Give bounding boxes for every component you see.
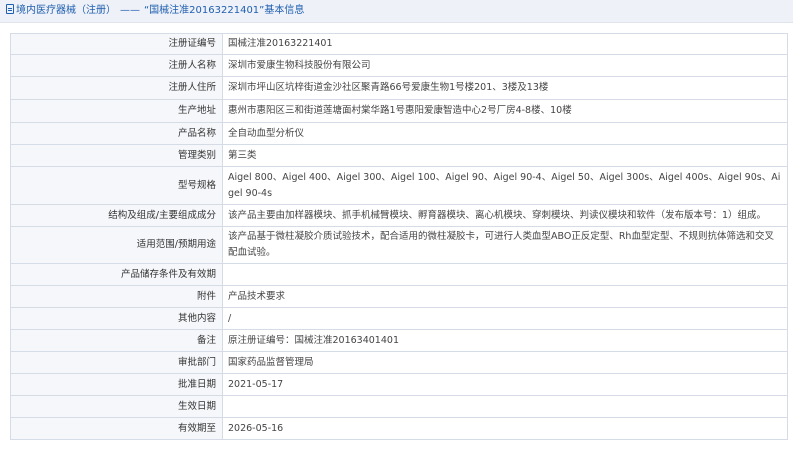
- field-value: 深圳市坪山区坑梓街道金沙社区聚青路66号爱康生物1号楼201、3楼及13楼: [222, 76, 788, 100]
- table-row: 附件 产品技术要求: [10, 285, 788, 308]
- field-label: 生产地址: [10, 99, 223, 123]
- field-label: 注册人住所: [10, 76, 223, 100]
- header-section-link[interactable]: 境内医疗器械（注册）: [16, 5, 116, 16]
- table-row: 管理类别 第三类: [10, 144, 788, 167]
- field-label: 审批部门: [10, 351, 223, 374]
- field-value: /: [222, 307, 788, 330]
- field-label: 适用范围/预期用途: [10, 226, 223, 264]
- field-label: 注册人名称: [10, 54, 223, 77]
- field-label: 附件: [10, 285, 223, 308]
- field-label: 生效日期: [10, 395, 223, 418]
- document-icon: [6, 4, 14, 14]
- field-label: 管理类别: [10, 144, 223, 167]
- table-row: 有效期至 2026-05-16: [10, 417, 788, 440]
- field-label: 批准日期: [10, 373, 223, 396]
- field-value: Aigel 800、Aigel 400、Aigel 300、Aigel 100、…: [222, 166, 788, 205]
- field-label: 备注: [10, 329, 223, 352]
- table-row: 生效日期: [10, 395, 788, 418]
- field-value: 第三类: [222, 144, 788, 167]
- table-row: 其他内容 /: [10, 307, 788, 330]
- table-row: 注册证编号 国械注准20163221401: [10, 33, 788, 55]
- field-label: 产品名称: [10, 122, 223, 145]
- field-value: 全自动血型分析仪: [222, 122, 788, 145]
- table-row: 产品名称 全自动血型分析仪: [10, 122, 788, 145]
- table-row: 型号规格 Aigel 800、Aigel 400、Aigel 300、Aigel…: [10, 166, 788, 205]
- table-row: 注册人名称 深圳市爱康生物科技股份有限公司: [10, 54, 788, 77]
- field-value: 惠州市惠阳区三和街道莲塘面村棠华路1号惠阳爱康智造中心2号厂房4-8楼、10楼: [222, 99, 788, 123]
- field-value: 2026-05-16: [222, 417, 788, 440]
- field-value: 2021-05-17: [222, 373, 788, 396]
- table-row: 注册人住所 深圳市坪山区坑梓街道金沙社区聚青路66号爱康生物1号楼201、3楼及…: [10, 76, 788, 100]
- field-value: 国家药品监督管理局: [222, 351, 788, 374]
- table-row: 批准日期 2021-05-17: [10, 373, 788, 396]
- field-value: [222, 263, 788, 286]
- table-row: 产品储存条件及有效期: [10, 263, 788, 286]
- field-value: 该产品主要由加样器模块、抓手机械臂模块、孵育器模块、离心机模块、穿刺模块、判读仪…: [222, 204, 788, 227]
- table-row: 备注 原注册证编号：国械注准20163401401: [10, 329, 788, 352]
- page-header: 境内医疗器械（注册） —— “国械注准20163221401”基本信息: [0, 0, 793, 23]
- table-row: 适用范围/预期用途 该产品基于微柱凝胶介质试验技术，配合适用的微柱凝胶卡，可进行…: [10, 226, 788, 264]
- field-value: 国械注准20163221401: [222, 33, 788, 55]
- table-row: 审批部门 国家药品监督管理局: [10, 351, 788, 374]
- field-label: 其他内容: [10, 307, 223, 330]
- field-label: 产品储存条件及有效期: [10, 263, 223, 286]
- field-label: 有效期至: [10, 417, 223, 440]
- field-value: [222, 395, 788, 418]
- field-value: 深圳市爱康生物科技股份有限公司: [222, 54, 788, 77]
- field-value: 产品技术要求: [222, 285, 788, 308]
- field-label: 结构及组成/主要组成成分: [10, 204, 223, 227]
- field-label: 注册证编号: [10, 33, 223, 55]
- detail-table: 注册证编号 国械注准20163221401 注册人名称 深圳市爱康生物科技股份有…: [10, 33, 788, 440]
- header-title: “国械注准20163221401”基本信息: [144, 5, 305, 16]
- header-separator: ——: [120, 5, 140, 16]
- field-value: 该产品基于微柱凝胶介质试验技术，配合适用的微柱凝胶卡，可进行人类血型ABO正反定…: [222, 226, 788, 264]
- field-value: 原注册证编号：国械注准20163401401: [222, 329, 788, 352]
- field-label: 型号规格: [10, 166, 223, 205]
- table-row: 生产地址 惠州市惠阳区三和街道莲塘面村棠华路1号惠阳爱康智造中心2号厂房4-8楼…: [10, 99, 788, 123]
- table-row: 结构及组成/主要组成成分 该产品主要由加样器模块、抓手机械臂模块、孵育器模块、离…: [10, 204, 788, 227]
